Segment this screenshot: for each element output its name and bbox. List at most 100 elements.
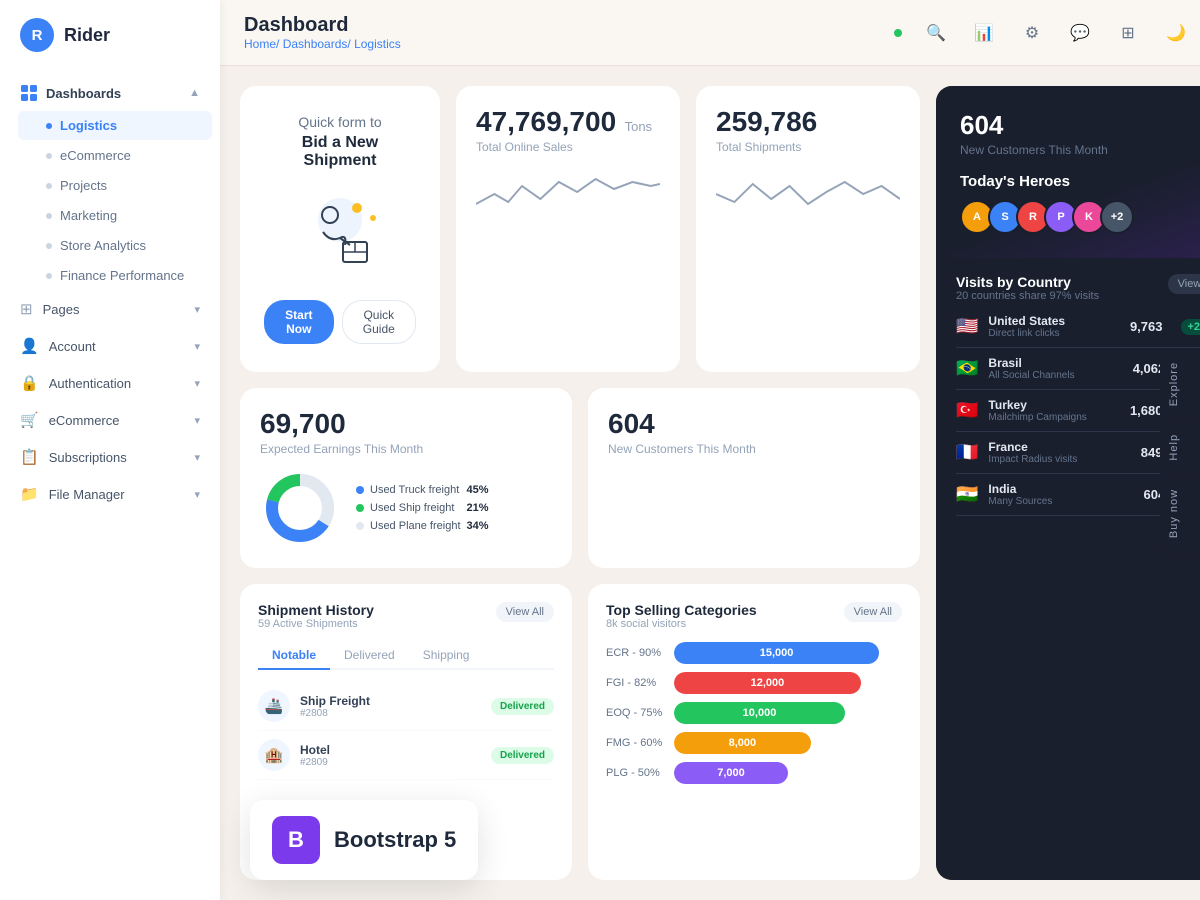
customers-label-dark: New Customers This Month	[960, 143, 1200, 157]
legend-plane: Used Plane freight 34%	[356, 520, 489, 532]
category-bar-row: PLG - 50% 7,000	[606, 762, 902, 784]
sidebar-item-ecommerce[interactable]: 🛒 eCommerce ▾	[0, 402, 220, 438]
tab-shipping[interactable]: Shipping	[409, 642, 484, 670]
chevron-down-icon: ▾	[194, 488, 200, 501]
heroes-avatars: ASRPK+2	[960, 200, 1200, 234]
earnings-value: 69,700	[260, 408, 552, 440]
nav-dot	[46, 273, 52, 279]
country-source: Direct link clicks	[988, 328, 1120, 339]
logo-icon: R	[20, 18, 54, 52]
ship-name: Hotel	[300, 743, 481, 757]
quick-guide-button[interactable]: Quick Guide	[342, 300, 416, 344]
sidebar-item-subscriptions[interactable]: 📋 Subscriptions ▾	[0, 439, 220, 475]
country-visits: 9,763	[1130, 319, 1163, 334]
chevron-down-icon: ▾	[194, 377, 200, 390]
messages-button[interactable]: 💬	[1064, 17, 1096, 49]
header-actions: 🔍 📊 ⚙ 💬 ⊞ 🌙 U	[894, 16, 1200, 50]
categories-view-all[interactable]: View All	[844, 602, 902, 622]
bar-track: 12,000	[674, 672, 902, 694]
status-dot	[894, 29, 902, 37]
sidebar-item-file-manager[interactable]: 📁 File Manager ▾	[0, 476, 220, 512]
categories-card: Top Selling Categories 8k social visitor…	[588, 584, 920, 880]
donut-chart-container: Used Truck freight 45% Used Ship freight…	[260, 468, 552, 548]
settings-button[interactable]: ⚙	[1016, 17, 1048, 49]
promo-buttons: Start Now Quick Guide	[264, 300, 416, 344]
tab-notable[interactable]: Notable	[258, 642, 330, 670]
country-row: 🇺🇸 United States Direct link clicks 9,76…	[956, 306, 1200, 348]
side-buttons: Explore Help Buy now	[1160, 348, 1200, 552]
ecommerce-icon: 🛒	[20, 411, 39, 429]
country-flag: 🇮🇳	[956, 484, 978, 505]
side-btn-help[interactable]: Help	[1160, 420, 1200, 475]
nav-item-logistics[interactable]: Logistics	[18, 111, 212, 140]
nav-item-finance[interactable]: Finance Performance	[18, 261, 212, 290]
earnings-card: 69,700 Expected Earnings This Month	[240, 388, 572, 568]
shipment-item: 🚢 Ship Freight #2808 Delivered	[258, 682, 554, 731]
visits-view-all[interactable]: View All	[1168, 274, 1200, 294]
main-wrapper: Dashboard Home/ Dashboards/ Logistics 🔍 …	[220, 0, 1200, 900]
shipment-tabs: Notable Delivered Shipping	[258, 642, 554, 670]
header: Dashboard Home/ Dashboards/ Logistics 🔍 …	[220, 0, 1200, 66]
dashboards-section-header[interactable]: Dashboards ▲	[0, 76, 220, 110]
account-icon: 👤	[20, 337, 39, 355]
search-button[interactable]: 🔍	[920, 17, 952, 49]
sidebar-item-account[interactable]: 👤 Account ▾	[0, 328, 220, 364]
country-flag: 🇺🇸	[956, 316, 978, 337]
cards-top-row: Quick form to Bid a New Shipment	[240, 86, 920, 372]
chevron-down-icon: ▾	[194, 414, 200, 427]
theme-button[interactable]: 🌙	[1160, 17, 1192, 49]
side-btn-explore[interactable]: Explore	[1160, 348, 1200, 420]
content-area: Quick form to Bid a New Shipment	[220, 66, 1200, 900]
shipment-item: 🏨 Hotel #2809 Delivered	[258, 731, 554, 780]
sidebar-nav: Dashboards ▲ Logistics eCommerce Project…	[0, 70, 220, 900]
online-sales-unit: Tons	[625, 119, 652, 134]
country-source: Impact Radius visits	[988, 454, 1130, 465]
charts-button[interactable]: 📊	[968, 17, 1000, 49]
customers-value: 604	[608, 408, 900, 440]
earnings-label: Expected Earnings This Month	[260, 442, 552, 456]
chevron-up-icon: ▲	[189, 87, 200, 99]
account-label: Account	[49, 339, 96, 354]
app-name: Rider	[64, 25, 110, 46]
side-btn-buy[interactable]: Buy now	[1160, 475, 1200, 552]
sidebar-logo: R Rider	[0, 0, 220, 70]
tab-delivered[interactable]: Delivered	[330, 642, 409, 670]
shipment-view-all[interactable]: View All	[496, 602, 554, 622]
bar-label: EOQ - 75%	[606, 707, 666, 719]
shipments-label: Total Shipments	[716, 140, 900, 154]
grid-button[interactable]: ⊞	[1112, 17, 1144, 49]
pages-label: Pages	[43, 302, 80, 317]
file-manager-icon: 📁	[20, 485, 39, 503]
sidebar-item-pages[interactable]: ⊞ Pages ▾	[0, 291, 220, 327]
visits-title: Visits by Country	[956, 274, 1099, 290]
legend-ship: Used Ship freight 21%	[356, 502, 489, 514]
nav-item-store-analytics[interactable]: Store Analytics	[18, 231, 212, 260]
bar-track: 10,000	[674, 702, 902, 724]
bootstrap-overlay: B Bootstrap 5	[250, 800, 478, 880]
shipments-value: 259,786	[716, 106, 817, 137]
nav-item-projects[interactable]: Projects	[18, 171, 212, 200]
dashboards-section: Dashboards ▲ Logistics eCommerce Project…	[0, 76, 220, 290]
chevron-down-icon: ▾	[194, 451, 200, 464]
category-bar-row: FMG - 60% 8,000	[606, 732, 902, 754]
file-manager-label: File Manager	[49, 487, 125, 502]
visits-subtitle: 20 countries share 97% visits	[956, 290, 1099, 302]
customers-label: New Customers This Month	[608, 442, 900, 456]
bar-label: PLG - 50%	[606, 767, 666, 779]
country-flag: 🇹🇷	[956, 400, 978, 421]
category-bar-row: FGI - 82% 12,000	[606, 672, 902, 694]
ship-name: Ship Freight	[300, 694, 481, 708]
status-badge: Delivered	[491, 747, 554, 764]
nav-item-ecommerce[interactable]: eCommerce	[18, 141, 212, 170]
bar-label: FMG - 60%	[606, 737, 666, 749]
nav-dot	[46, 183, 52, 189]
page-title: Dashboard	[244, 14, 401, 37]
start-now-button[interactable]: Start Now	[264, 300, 334, 344]
bar-fill: 12,000	[674, 672, 861, 694]
country-name: Turkey	[988, 398, 1120, 412]
sidebar-item-authentication[interactable]: 🔒 Authentication ▾	[0, 365, 220, 401]
donut-chart	[260, 468, 340, 548]
nav-dot	[46, 123, 52, 129]
bootstrap-label: Bootstrap 5	[334, 827, 456, 853]
nav-item-marketing[interactable]: Marketing	[18, 201, 212, 230]
